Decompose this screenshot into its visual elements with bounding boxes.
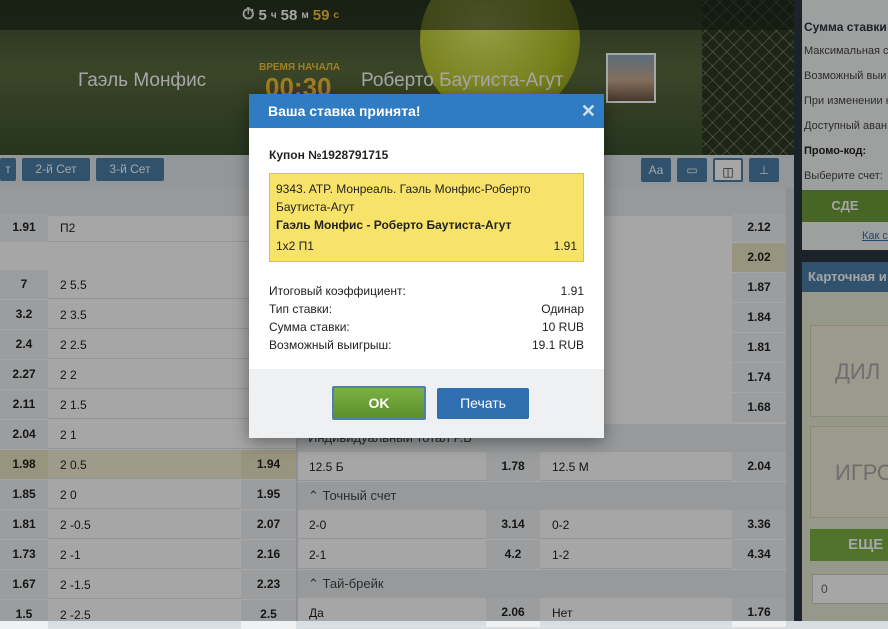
dialog-header: Ваша ставка принята! ✕ (249, 94, 604, 128)
outcome-odd: 1.91 (553, 239, 577, 253)
outcome: 1x2 П1 (276, 239, 314, 253)
dialog-footer: OK Печать (249, 369, 604, 438)
bet-type-row: Тип ставки: Одинар (269, 302, 584, 316)
print-button[interactable]: Печать (437, 388, 529, 419)
ok-button[interactable]: OK (332, 386, 426, 420)
dialog-title: Ваша ставка принята! (268, 103, 421, 119)
win-row: Возможный выигрыш: 19.1 RUB (269, 338, 584, 352)
bet-accepted-dialog: Ваша ставка принята! ✕ Купон №1928791715… (249, 94, 604, 438)
close-icon[interactable]: ✕ (581, 94, 596, 128)
bet-details: 9343. ATP. Монреаль. Гаэль Монфис-Роберт… (269, 173, 584, 262)
stake-row: Сумма ставки: 10 RUB (269, 320, 584, 334)
coupon-number: Купон №1928791715 (269, 148, 389, 162)
total-odd-row: Итоговый коэффициент: 1.91 (269, 284, 584, 298)
match-name: Гаэль Монфис - Роберто Баутиста-Агут (276, 218, 512, 232)
